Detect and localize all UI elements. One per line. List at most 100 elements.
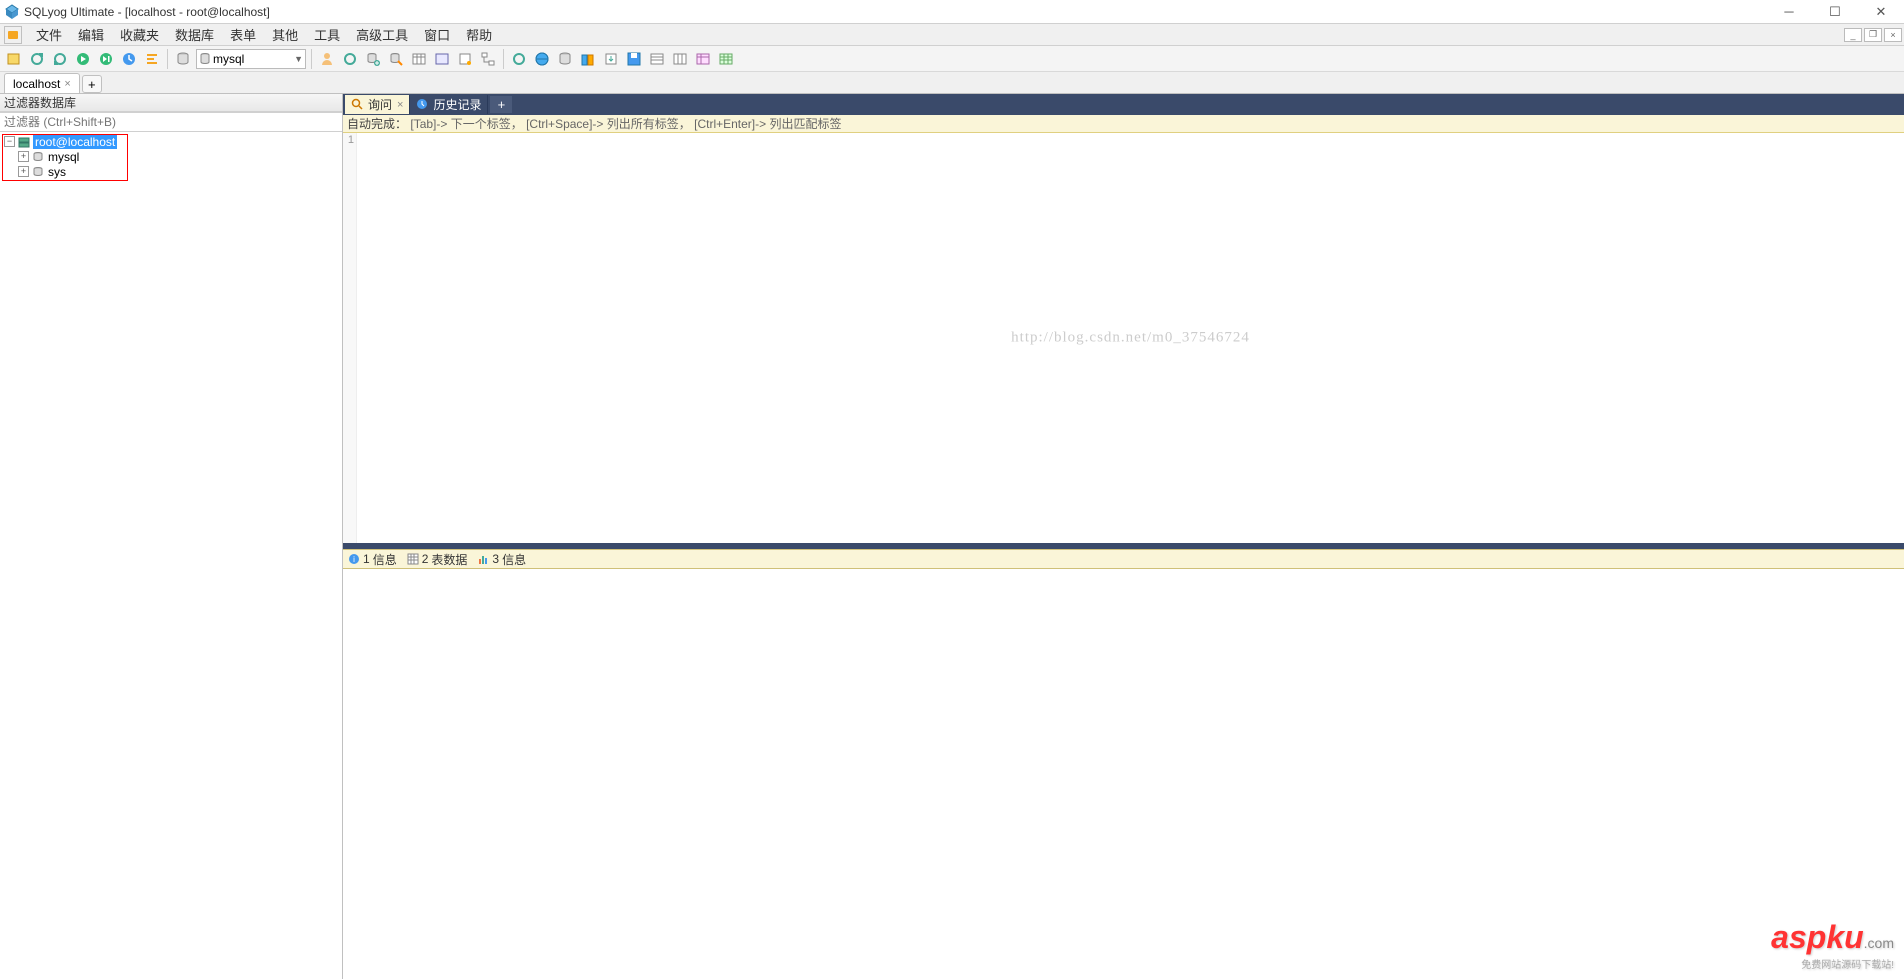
menu-other[interactable]: 其他: [264, 25, 306, 44]
menu-table[interactable]: 表单: [222, 25, 264, 44]
database-select[interactable]: mysql ▼: [196, 49, 306, 69]
db-alter-icon[interactable]: [386, 49, 406, 69]
menu-database[interactable]: 数据库: [167, 25, 222, 44]
sync-icon[interactable]: [555, 49, 575, 69]
user-icon[interactable]: [317, 49, 337, 69]
node-label: mysql: [47, 150, 80, 164]
globe-icon[interactable]: [532, 49, 552, 69]
connection-tab[interactable]: localhost ×: [4, 73, 80, 93]
close-icon[interactable]: ×: [397, 99, 403, 111]
result-panel: [343, 569, 1904, 979]
info-icon: i: [348, 553, 360, 565]
play-icon[interactable]: [73, 49, 93, 69]
history-icon: [416, 98, 430, 112]
minimize-button[interactable]: ─: [1766, 1, 1812, 23]
hint-part: [Tab]-> 下一个标签，: [410, 115, 522, 132]
collapse-icon[interactable]: −: [4, 136, 15, 147]
close-icon[interactable]: ×: [64, 78, 70, 90]
result-tab-data[interactable]: 2 表数据: [402, 549, 473, 569]
table-create-icon[interactable]: [409, 49, 429, 69]
hint-part: [Ctrl+Enter]-> 列出匹配标签: [694, 115, 841, 132]
query-editor[interactable]: 1 http://blog.csdn.net/m0_37546724: [343, 133, 1904, 543]
connection-tab-label: localhost: [13, 77, 60, 91]
format-icon[interactable]: [142, 49, 162, 69]
result-tab-label: 信息: [373, 551, 397, 568]
database-icon: [31, 151, 45, 163]
db-create-icon[interactable]: [363, 49, 383, 69]
toolbar-separator: [167, 49, 168, 69]
result-tab-index: 3: [492, 552, 499, 566]
menu-tools[interactable]: 工具: [306, 25, 348, 44]
code-input[interactable]: http://blog.csdn.net/m0_37546724: [357, 133, 1904, 543]
backup-icon[interactable]: [578, 49, 598, 69]
query-tabs: 询问 × 历史记录 +: [343, 94, 1904, 115]
menu-file[interactable]: 文件: [28, 25, 70, 44]
save-grid-icon[interactable]: [624, 49, 644, 69]
relations-icon[interactable]: [478, 49, 498, 69]
index-icon[interactable]: [455, 49, 475, 69]
menu-adv-tools[interactable]: 高级工具: [348, 25, 416, 44]
app-icon: [4, 4, 20, 20]
schema-tree[interactable]: − root@localhost + mysql + sys: [0, 132, 342, 979]
query-tab[interactable]: 询问 ×: [345, 95, 410, 114]
grid2-icon[interactable]: [670, 49, 690, 69]
result-tab-info[interactable]: i 1 信息: [343, 549, 402, 569]
expand-icon[interactable]: +: [18, 151, 29, 162]
title-bar: SQLyog Ultimate - [localhost - root@loca…: [0, 0, 1904, 24]
server-icon: [17, 136, 31, 148]
menu-window[interactable]: 窗口: [416, 25, 458, 44]
toolbar-separator: [503, 49, 504, 69]
refresh-obj-icon[interactable]: [509, 49, 529, 69]
node-label: sys: [47, 165, 67, 179]
menu-bar: 文件 编辑 收藏夹 数据库 表单 其他 工具 高级工具 窗口 帮助 _ ❐ ×: [0, 24, 1904, 46]
export-icon[interactable]: [601, 49, 621, 69]
mdi-restore-button[interactable]: ❐: [1864, 28, 1882, 42]
menu-favorites[interactable]: 收藏夹: [112, 25, 167, 44]
new-conn-icon[interactable]: [4, 49, 24, 69]
menu-help[interactable]: 帮助: [458, 25, 500, 44]
db-cylinder-icon[interactable]: [173, 49, 193, 69]
tree-database[interactable]: + mysql: [4, 149, 338, 164]
chevron-down-icon: ▼: [294, 54, 303, 64]
system-menu-icon[interactable]: [4, 26, 22, 44]
hint-prefix: 自动完成：: [347, 115, 407, 132]
refresh-all-icon[interactable]: [50, 49, 70, 69]
tree-database[interactable]: + sys: [4, 164, 338, 179]
grid-icon: [407, 553, 419, 565]
schedule-icon[interactable]: [119, 49, 139, 69]
result-tab-info2[interactable]: 3 信息: [472, 549, 531, 569]
title-text: SQLyog Ultimate - [localhost - root@loca…: [24, 5, 270, 19]
close-button[interactable]: ✕: [1858, 1, 1904, 23]
refresh-all-icon[interactable]: [340, 49, 360, 69]
refresh-icon[interactable]: [27, 49, 47, 69]
history-tab-label: 历史记录: [433, 96, 481, 113]
grid1-icon[interactable]: [647, 49, 667, 69]
grid3-icon[interactable]: [693, 49, 713, 69]
result-tab-index: 2: [422, 552, 429, 566]
add-query-tab-button[interactable]: +: [490, 96, 512, 113]
svg-text:i: i: [353, 555, 355, 564]
play-next-icon[interactable]: [96, 49, 116, 69]
expand-icon[interactable]: +: [18, 166, 29, 177]
connection-tabs: localhost × +: [0, 72, 1904, 94]
toolbar: mysql ▼: [0, 46, 1904, 72]
result-tabs: i 1 信息 2 表数据 3 信息: [343, 549, 1904, 569]
mdi-close-button[interactable]: ×: [1884, 28, 1902, 42]
maximize-button[interactable]: ☐: [1812, 1, 1858, 23]
autocomplete-hint: 自动完成： [Tab]-> 下一个标签， [Ctrl+Space]-> 列出所有…: [343, 115, 1904, 133]
toolbar-separator: [311, 49, 312, 69]
result-tab-label: 信息: [502, 551, 526, 568]
filter-input[interactable]: [0, 112, 342, 132]
filter-header: 过滤器数据库: [0, 94, 342, 112]
tree-root[interactable]: − root@localhost: [4, 134, 338, 149]
mdi-minimize-button[interactable]: _: [1844, 28, 1862, 42]
result-tab-index: 1: [363, 552, 370, 566]
result-tab-label: 表数据: [431, 551, 467, 568]
cylinder-icon: [199, 52, 211, 66]
view-icon[interactable]: [432, 49, 452, 69]
history-tab[interactable]: 历史记录: [410, 95, 488, 114]
menu-edit[interactable]: 编辑: [70, 25, 112, 44]
add-connection-button[interactable]: +: [82, 75, 102, 93]
node-label: root@localhost: [33, 135, 117, 149]
grid4-icon[interactable]: [716, 49, 736, 69]
